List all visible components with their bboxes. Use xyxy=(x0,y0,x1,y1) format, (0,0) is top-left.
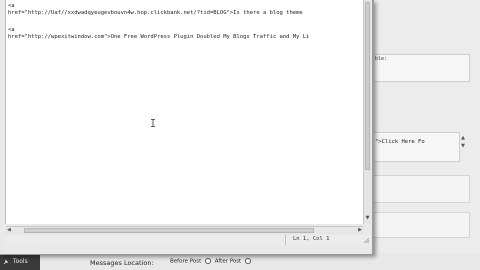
text-cursor-icon xyxy=(151,119,155,127)
radio-before-post[interactable] xyxy=(205,258,211,264)
messages-location-label: Messages Location: xyxy=(90,259,154,267)
sidebar-item-tools[interactable]: Tools xyxy=(0,254,40,270)
cursor-position: Ln 1, Col 1 xyxy=(293,236,330,242)
text-editor-window: <a href="http://Uaf//xxdwadqyeugevbouvn4… xyxy=(0,0,374,255)
wrench-icon xyxy=(3,259,9,264)
screen: ble: ">Click Here Fo ▲ ▼ Tools Messages … xyxy=(0,0,480,270)
link-code-textarea-value: ">Click Here Fo xyxy=(375,139,425,145)
status-divider xyxy=(285,235,286,245)
scroll-right-arrow-icon[interactable]: ▶ xyxy=(358,227,362,234)
horizontal-scrollbar[interactable]: ◀ ▶ xyxy=(6,226,363,234)
code-line: href="http://Uaf//xxdwadqyeugevbouvn4w.h… xyxy=(8,10,303,16)
code-line: href="http://wpexitwindow.com">One Free … xyxy=(8,34,310,40)
textarea-scroll-arrows[interactable]: ▲ ▼ xyxy=(460,134,466,158)
scroll-down-icon[interactable]: ▼ xyxy=(460,142,466,150)
settings-panel xyxy=(372,175,470,203)
radio-after-post[interactable] xyxy=(244,258,251,264)
radio-after-label: After Post xyxy=(214,258,242,265)
code-line: <a xyxy=(8,3,15,9)
messages-location-options: Before Post After Post xyxy=(170,258,253,265)
vertical-scroll-thumb[interactable] xyxy=(365,2,370,170)
settings-text-box-value: ble: xyxy=(375,56,388,62)
scroll-left-arrow-icon[interactable]: ◀ xyxy=(7,227,11,234)
vertical-scrollbar[interactable]: ▼ xyxy=(363,0,371,224)
scroll-up-icon[interactable]: ▲ xyxy=(460,134,466,142)
link-code-textarea[interactable]: ">Click Here Fo xyxy=(372,132,460,162)
scroll-down-arrow-icon[interactable]: ▼ xyxy=(365,214,370,222)
radio-before-label: Before Post xyxy=(170,258,202,265)
settings-text-box[interactable]: ble: xyxy=(372,54,470,82)
resize-grip-icon[interactable] xyxy=(363,237,370,244)
settings-panel-lower xyxy=(372,212,470,238)
text-editor-area[interactable]: <a href="http://Uaf//xxdwadqyeugevbouvn4… xyxy=(5,0,364,224)
horizontal-scroll-thumb[interactable] xyxy=(24,228,314,233)
status-bar: Ln 1, Col 1 xyxy=(5,235,370,245)
sidebar-item-tools-label: Tools xyxy=(12,258,28,265)
code-line: <a xyxy=(8,27,15,33)
